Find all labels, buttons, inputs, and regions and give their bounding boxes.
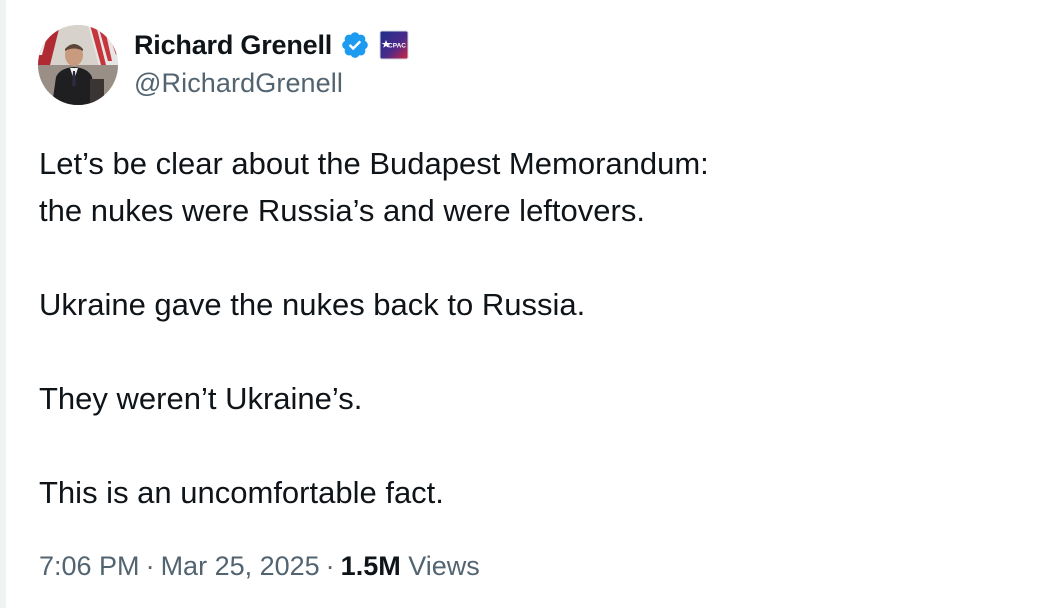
- avatar-image: [38, 25, 118, 105]
- tweet-text: Let’s be clear about the Budapest Memora…: [39, 140, 709, 516]
- tweet-time[interactable]: 7:06 PM: [39, 551, 140, 581]
- cpac-badge-icon[interactable]: CPAC: [379, 30, 409, 60]
- views-label[interactable]: Views: [408, 551, 480, 581]
- verified-badge-icon[interactable]: [340, 30, 370, 60]
- meta-separator: ·: [145, 551, 155, 581]
- tweet-line: This is an uncomfortable fact.: [39, 475, 444, 510]
- author-display-name[interactable]: Richard Grenell: [134, 30, 332, 61]
- views-count[interactable]: 1.5M: [341, 551, 401, 581]
- tweet-line: They weren’t Ukraine’s.: [39, 381, 363, 416]
- avatar[interactable]: [38, 25, 118, 105]
- tweet-paragraph: They weren’t Ukraine’s.: [39, 375, 709, 422]
- author-handle[interactable]: @RichardGrenell: [134, 68, 343, 99]
- tweet-paragraph: This is an uncomfortable fact.: [39, 469, 709, 516]
- tweet-meta: 7:06 PM · Mar 25, 2025 · 1.5M Views: [39, 551, 480, 582]
- tweet-date[interactable]: Mar 25, 2025: [161, 551, 320, 581]
- cpac-badge-text: CPAC: [388, 43, 406, 50]
- tweet-line: Let’s be clear about the Budapest Memora…: [39, 146, 709, 181]
- tweet-paragraph: Ukraine gave the nukes back to Russia.: [39, 281, 709, 328]
- left-border: [0, 0, 6, 608]
- author-name-row: Richard Grenell CPAC: [134, 26, 409, 64]
- tweet-paragraph: Let’s be clear about the Budapest Memora…: [39, 140, 709, 234]
- tweet-line: Ukraine gave the nukes back to Russia.: [39, 287, 586, 322]
- meta-separator: ·: [325, 551, 335, 581]
- tweet-line: the nukes were Russia’s and were leftove…: [39, 193, 645, 228]
